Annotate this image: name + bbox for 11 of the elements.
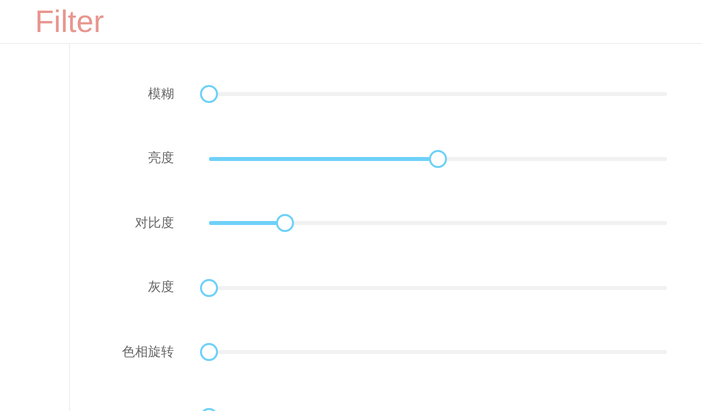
slider-thumb[interactable] <box>200 343 218 362</box>
slider-label: 色相旋转 <box>122 344 174 360</box>
slider-thumb[interactable] <box>276 214 294 232</box>
slider-thumb[interactable] <box>429 150 447 168</box>
page-title: Filter <box>35 3 105 41</box>
slider-thumb[interactable] <box>200 278 218 297</box>
slider-label: 对比度 <box>135 216 174 230</box>
slider-label: 亮度 <box>148 151 174 166</box>
slider-label: 模糊 <box>148 86 174 102</box>
slider-thumb[interactable] <box>200 85 218 104</box>
slider-label: 灰度 <box>148 280 174 295</box>
